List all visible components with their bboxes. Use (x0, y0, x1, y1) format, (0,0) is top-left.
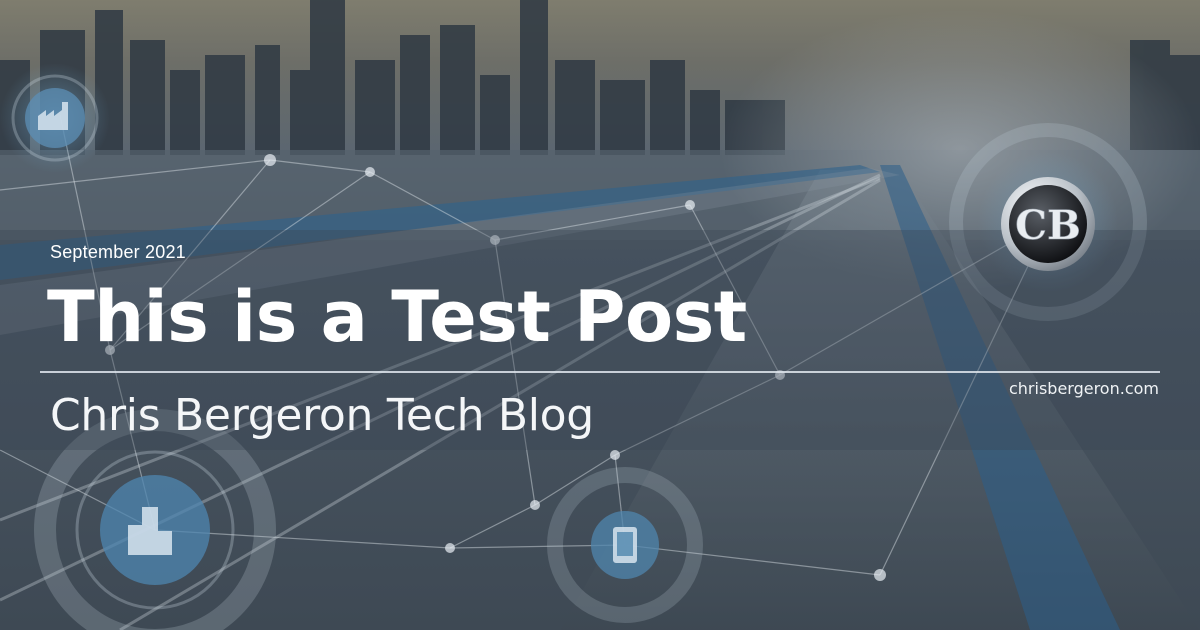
divider (40, 371, 1160, 373)
logo-monogram: CB (1015, 202, 1081, 249)
cb-logo: CB (1001, 177, 1095, 271)
post-title: This is a Test Post (47, 276, 747, 358)
blog-post-card: CB September 2021 This is a Test Post Ch… (0, 0, 1200, 630)
post-date: September 2021 (50, 242, 186, 262)
site-url: chrisbergeron.com (1008, 379, 1159, 398)
factory-icon (0, 63, 110, 173)
buildings-icon (34, 409, 276, 630)
blog-name: Chris Bergeron Tech Blog (50, 390, 594, 441)
